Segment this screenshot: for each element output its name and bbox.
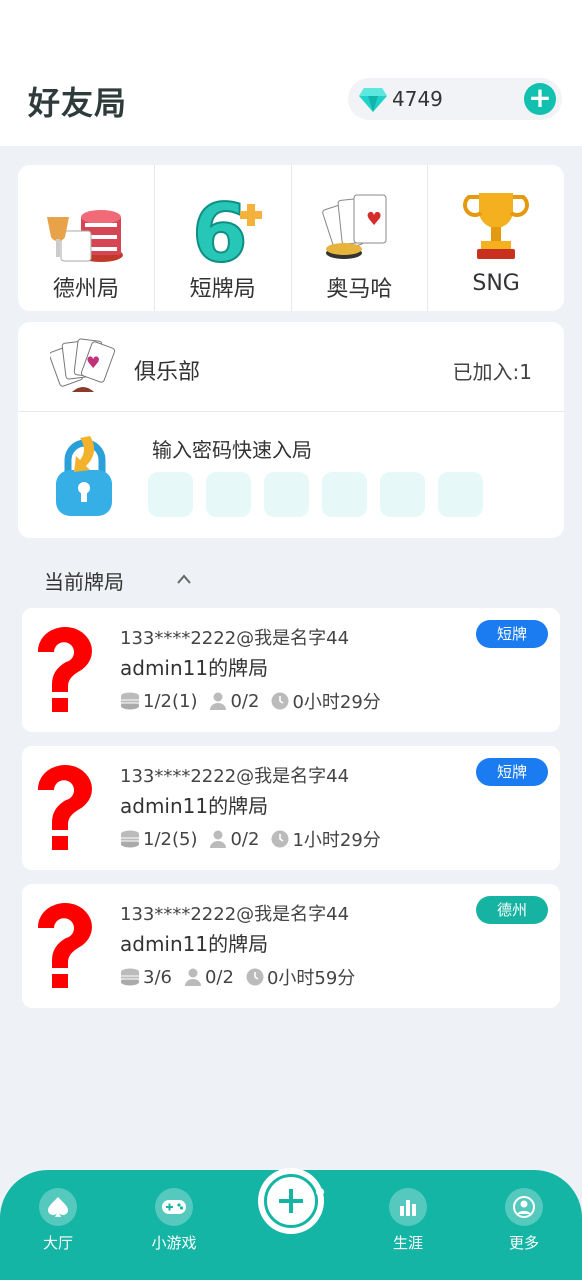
six-plus-icon: 6 6 <box>191 187 262 267</box>
tab-more-label: 更多 <box>508 1234 539 1252</box>
tab-lobby-label: 大厅 <box>42 1234 73 1252</box>
room-owner: 133****2222@我是名字44 <box>120 904 350 925</box>
tab-career-label: 生涯 <box>392 1234 423 1252</box>
person-icon <box>184 968 201 986</box>
clock-icon <box>246 968 264 986</box>
trophy-icon <box>463 193 530 259</box>
coins-icon <box>121 830 139 848</box>
svg-text:♥: ♥ <box>86 353 100 372</box>
room-name: admin11的牌局 <box>120 794 269 818</box>
playing-cards-icon: ♥ <box>322 194 387 259</box>
game-short[interactable]: 6 6 短牌局 <box>155 165 292 311</box>
room-name: admin11的牌局 <box>120 656 269 680</box>
game-texas[interactable]: 德州局 <box>18 165 155 311</box>
club-joined-count: 已加入:1 <box>452 360 532 384</box>
room-time: 0小时29分 <box>292 692 381 713</box>
tab-lobby[interactable]: 大厅 <box>18 1188 98 1253</box>
chevron-up-icon[interactable] <box>176 572 192 586</box>
page-title: 好友局 <box>28 84 128 122</box>
password-digit-2[interactable] <box>206 472 251 517</box>
room-players: 0/2 <box>204 966 234 988</box>
tab-career[interactable]: 生涯 <box>368 1188 448 1253</box>
diamond-balance[interactable]: 4749 + <box>348 78 562 120</box>
password-digit-6[interactable] <box>438 472 483 517</box>
password-digit-5[interactable] <box>380 472 425 517</box>
game-omaha-label: 奥马哈 <box>326 277 393 302</box>
question-mark-avatar-icon <box>37 764 92 850</box>
room-players: 0/2 <box>230 828 260 850</box>
coins-icon <box>121 968 139 986</box>
room-owner: 133****2222@我是名字44 <box>120 628 350 649</box>
room-name: admin11的牌局 <box>120 932 269 956</box>
plus-icon <box>279 1189 303 1213</box>
notification-dot <box>316 1188 324 1196</box>
svg-text:♥: ♥ <box>366 209 382 230</box>
club-label: 俱乐部 <box>134 360 201 385</box>
password-digit-3[interactable] <box>264 472 309 517</box>
game-texas-label: 德州局 <box>52 277 119 302</box>
spade-icon <box>48 1197 68 1217</box>
room-time: 1小时29分 <box>292 830 381 851</box>
header: 好友局 4749 + <box>0 0 582 146</box>
room-meta: 1/2(5) 0/2 1小时29分 <box>120 826 393 852</box>
room-meta: 1/2(1) 0/2 0小时29分 <box>120 688 393 714</box>
room-type-tag: 短牌 <box>476 758 548 786</box>
room-time: 0小时59分 <box>266 968 356 989</box>
clock-icon <box>271 830 289 848</box>
bottom-tab-bar: 大厅 小游戏 生涯 更多 <box>0 1168 582 1280</box>
question-mark-avatar-icon <box>37 626 92 712</box>
room-type-tag: 短牌 <box>476 620 548 648</box>
user-icon <box>513 1196 535 1218</box>
game-type-grid: 德州局 6 6 短牌局 ♥ 奥马哈 SNG <box>18 165 564 311</box>
diamond-icon <box>359 88 387 112</box>
club-card: ♥ 俱乐部 已加入:1 输入密码快速入局 <box>18 322 564 538</box>
club-row[interactable]: ♥ 俱乐部 已加入:1 <box>18 322 564 412</box>
tab-minigames[interactable]: 小游戏 <box>134 1188 214 1253</box>
gamepad-icon <box>162 1200 186 1214</box>
poker-chips-icon <box>46 210 123 262</box>
clock-icon <box>271 692 289 710</box>
game-sng[interactable]: SNG <box>428 165 564 311</box>
password-boxes[interactable] <box>148 472 483 517</box>
password-digit-4[interactable] <box>322 472 367 517</box>
room-blinds: 1/2(1) <box>143 690 198 712</box>
room-blinds: 3/6 <box>143 966 172 988</box>
club-cards-icon: ♥ <box>50 338 116 392</box>
game-sng-label: SNG <box>472 271 520 296</box>
room-owner: 133****2222@我是名字44 <box>120 766 350 787</box>
question-mark-avatar-icon <box>37 902 92 988</box>
game-omaha[interactable]: ♥ 奥马哈 <box>292 165 429 311</box>
lock-icon <box>56 436 112 516</box>
room-players: 0/2 <box>230 690 260 712</box>
game-short-label: 短牌局 <box>189 277 256 302</box>
room-blinds: 1/2(5) <box>143 828 198 850</box>
diamond-count: 4749 <box>392 87 443 111</box>
password-label: 输入密码快速入局 <box>152 438 312 462</box>
room-card[interactable]: 133****2222@我是名字44 admin11的牌局 1/2(1) 0/2… <box>22 608 560 732</box>
add-diamond-button[interactable]: + <box>524 83 556 115</box>
person-icon <box>210 830 227 848</box>
create-room-button[interactable] <box>258 1168 324 1234</box>
room-card[interactable]: 133****2222@我是名字44 admin11的牌局 3/6 0/2 0小… <box>22 884 560 1008</box>
tab-more[interactable]: 更多 <box>484 1188 564 1253</box>
room-type-tag: 德州 <box>476 896 548 924</box>
password-digit-1[interactable] <box>148 472 193 517</box>
room-card[interactable]: 133****2222@我是名字44 admin11的牌局 1/2(5) 0/2… <box>22 746 560 870</box>
coins-icon <box>121 692 139 710</box>
tab-minigames-label: 小游戏 <box>151 1234 197 1252</box>
bar-chart-icon <box>400 1200 416 1216</box>
person-icon <box>210 692 227 710</box>
current-tables-title: 当前牌局 <box>44 570 124 594</box>
room-meta: 3/6 0/2 0小时59分 <box>120 964 367 990</box>
svg-text:6: 6 <box>192 187 248 267</box>
